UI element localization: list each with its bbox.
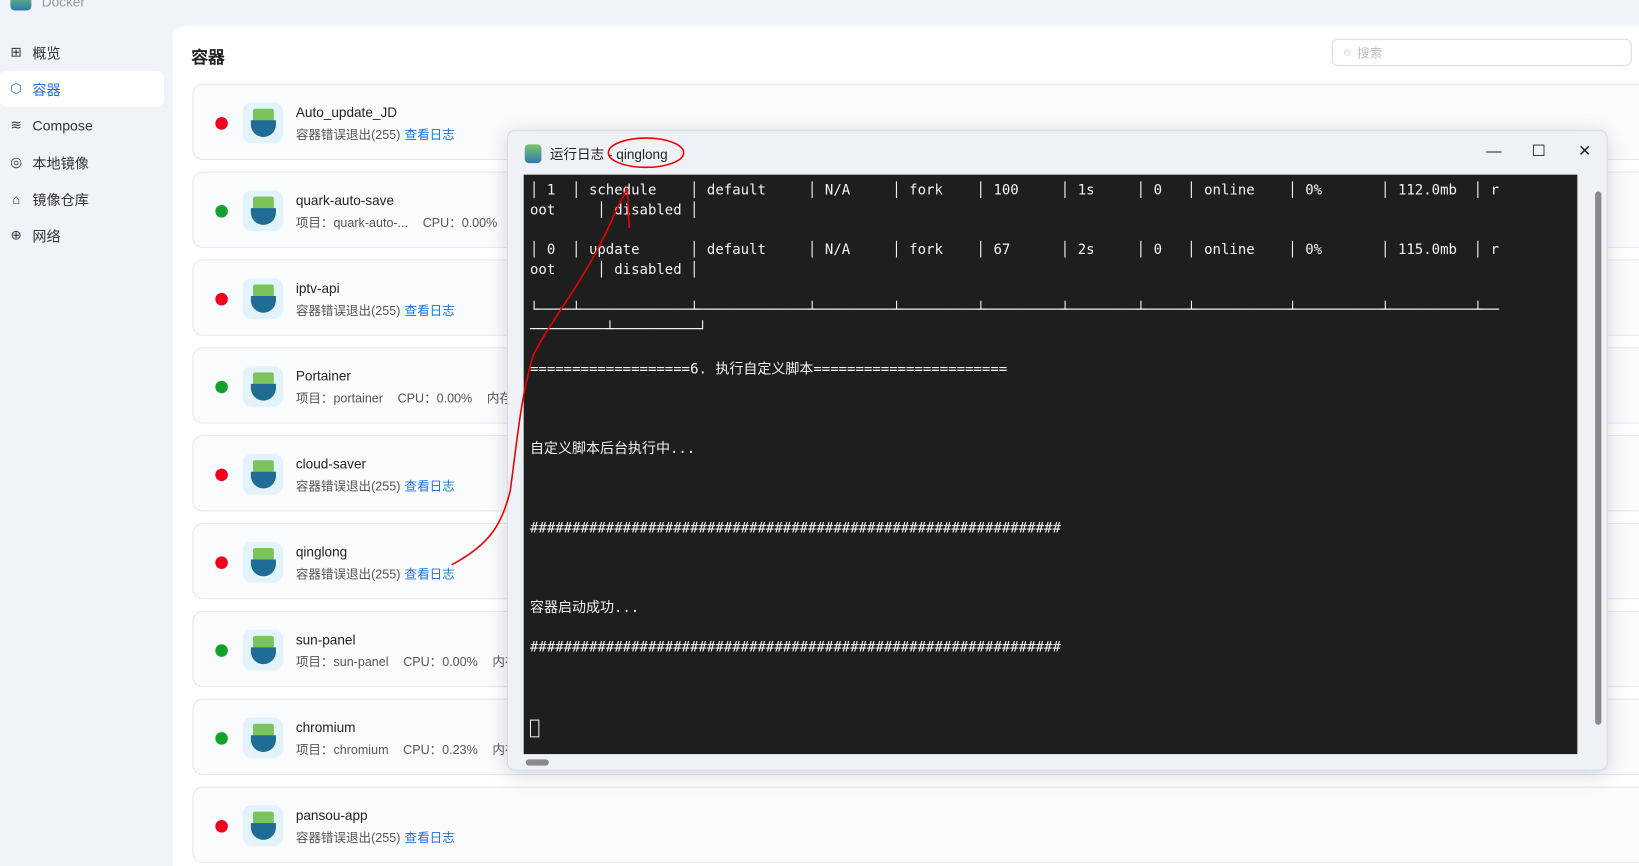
container-name: quark-auto-save (295, 192, 395, 209)
view-log-link[interactable]: 查看日志 (405, 303, 455, 318)
sidebar-item-containers[interactable]: ⬡ 容器 (0, 71, 165, 107)
container-icon (242, 717, 284, 759)
view-log-link[interactable]: 查看日志 (405, 567, 455, 582)
page-title: 容器 (191, 49, 225, 67)
container-name: Portainer (295, 368, 351, 384)
sidebar-item-registry[interactable]: ⌂ 镜像仓库 (0, 181, 167, 217)
terminal-cursor (529, 719, 540, 739)
docker-logo (10, 0, 32, 11)
search-icon: ○ (1343, 44, 1351, 60)
container-icon (242, 541, 284, 583)
container-name: chromium (295, 719, 356, 736)
close-button[interactable]: ✕ (1569, 139, 1600, 164)
sidebar-item-label: Compose (32, 117, 93, 134)
sidebar-item-compose[interactable]: ≋ Compose (0, 108, 167, 144)
search-placeholder: 搜索 (1357, 45, 1383, 61)
maximize-button[interactable]: ☐ (1523, 139, 1554, 164)
container-name: cloud-saver (295, 456, 367, 472)
status-dot (215, 468, 228, 482)
sidebar-item-network[interactable]: ⊕ 网络 (0, 218, 167, 254)
container-info: 容器错误退出(255) 查看日志 (296, 477, 470, 495)
disk-icon: ◎ (10, 153, 23, 170)
minimize-button[interactable]: — (1478, 139, 1509, 164)
app-header: Docker (10, 0, 85, 11)
vertical-scrollbar[interactable] (1592, 175, 1605, 754)
container-name: qinglong (295, 543, 348, 560)
status-text: 容器错误退出(255) (295, 303, 401, 318)
project-text: 项目：chromium (295, 742, 389, 758)
sidebar-item-label: 容器 (32, 82, 61, 99)
sidebar-item-label: 镜像仓库 (32, 192, 89, 209)
globe-icon: ⊕ (10, 226, 22, 243)
container-name: Auto_update_JD (295, 104, 398, 121)
container-icon (242, 190, 284, 232)
terminal-output[interactable]: │ 1 │ schedule │ default │ N/A │ fork │ … (523, 174, 1578, 755)
sidebar: ⊞ 概览 ⬡ 容器 ≋ Compose ◎ 本地镜像 ⌂ 镜像仓库 ⊕ 网络 (0, 33, 167, 254)
container-info: 容器错误退出(255) 查看日志 (296, 828, 470, 846)
sidebar-item-label: 本地镜像 (32, 155, 89, 172)
status-dot (215, 732, 228, 745)
status-dot (215, 204, 228, 218)
cpu-text: CPU：0.23% (403, 742, 478, 758)
sidebar-item-label: 网络 (32, 229, 61, 245)
project-text: 项目：sun-panel (295, 654, 389, 670)
search-input[interactable]: ○ 搜索 (1331, 38, 1632, 66)
cpu-text: CPU：0.00% (397, 391, 473, 406)
container-icon (242, 102, 284, 144)
status-dot (215, 644, 228, 657)
status-text: 容器错误退出(255) (295, 479, 401, 494)
horizontal-scrollbar[interactable] (513, 756, 1590, 769)
app-title: Docker (41, 0, 85, 9)
dialog-title-bar: 运行日志 - qinglong (524, 143, 668, 163)
status-text: 容器错误退出(255) (295, 127, 401, 143)
project-text: 项目：portainer (295, 391, 383, 406)
dialog-title: 运行日志 - qinglong (549, 146, 668, 163)
container-card[interactable]: pansou-app 容器错误退出(255) 查看日志 (192, 786, 1639, 863)
container-info: 项目：sun-panel CPU：0.00% 内存 (296, 653, 532, 671)
sidebar-item-local-images[interactable]: ◎ 本地镜像 (0, 144, 167, 180)
container-info: 容器错误退出(255) 查看日志 (296, 565, 470, 583)
status-dot (215, 819, 228, 833)
cpu-text: CPU：0.00% (403, 654, 478, 670)
cube-icon: ⬡ (10, 80, 23, 97)
status-dot (215, 292, 228, 306)
sidebar-item-label: 概览 (32, 46, 61, 62)
project-text: 项目：quark-auto-... (295, 215, 409, 231)
home-icon: ⌂ (12, 190, 21, 207)
status-dot (215, 380, 228, 394)
status-text: 容器错误退出(255) (295, 830, 401, 846)
container-info: 项目：chromium CPU：0.23% 内存 (296, 740, 532, 758)
status-dot (215, 117, 228, 130)
container-info: 容器错误退出(255) 查看日志 (296, 301, 470, 319)
status-text: 容器错误退出(255) (295, 566, 401, 582)
log-dialog: 运行日志 - qinglong — ☐ ✕ │ 1 │ schedule │ d… (506, 129, 1608, 771)
log-text: │ 1 │ schedule │ default │ N/A │ fork │ … (529, 183, 1500, 656)
status-dot (215, 556, 228, 569)
container-icon (242, 278, 284, 319)
container-icon (242, 453, 284, 495)
container-name: iptv-api (295, 280, 340, 296)
docker-logo (524, 143, 542, 163)
grid-icon: ⊞ (10, 43, 22, 60)
sidebar-item-overview[interactable]: ⊞ 概览 (0, 35, 167, 71)
view-log-link[interactable]: 查看日志 (405, 479, 455, 494)
container-info: 项目：portainer CPU：0.00% 内存 (296, 389, 527, 407)
container-info: 容器错误退出(255) 查看日志 (296, 126, 470, 144)
layers-icon: ≋ (10, 117, 22, 133)
container-name: sun-panel (295, 631, 356, 648)
container-icon (242, 366, 284, 407)
cpu-text: CPU：0.00% (422, 215, 498, 231)
container-icon (242, 629, 284, 671)
container-icon (242, 805, 284, 847)
view-log-link[interactable]: 查看日志 (405, 128, 455, 143)
container-name: pansou-app (295, 807, 368, 824)
view-log-link[interactable]: 查看日志 (405, 830, 455, 845)
